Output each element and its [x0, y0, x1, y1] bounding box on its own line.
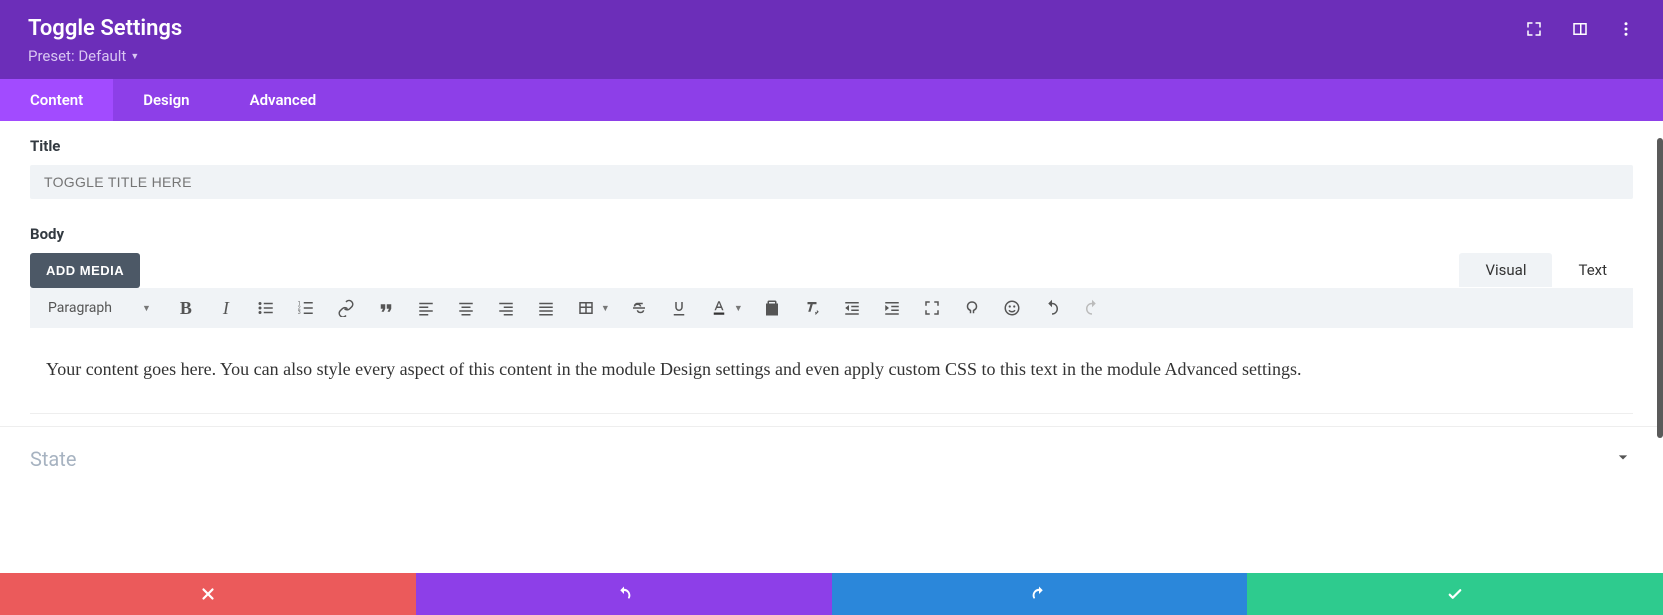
- title-label: Title: [30, 137, 1633, 155]
- tab-advanced[interactable]: Advanced: [220, 79, 347, 121]
- form-area: Title Body ADD MEDIA Visual Text Paragra…: [0, 121, 1663, 426]
- add-media-button[interactable]: ADD MEDIA: [30, 253, 140, 288]
- close-icon: [199, 585, 217, 603]
- header-left: Toggle Settings Preset: Default ▼: [28, 16, 182, 65]
- text-color-dropdown[interactable]: ▼: [708, 297, 743, 319]
- align-left-icon[interactable]: [415, 297, 437, 319]
- align-center-icon[interactable]: [455, 297, 477, 319]
- main-tabs: Content Design Advanced: [0, 79, 1663, 121]
- undo-icon: [615, 585, 633, 603]
- numbered-list-icon[interactable]: 123: [295, 297, 317, 319]
- blockquote-icon[interactable]: [375, 297, 397, 319]
- italic-icon[interactable]: I: [215, 297, 237, 319]
- save-button[interactable]: [1247, 573, 1663, 615]
- section-state[interactable]: State: [0, 426, 1663, 481]
- scrollbar[interactable]: [1657, 138, 1663, 438]
- editor-toolbar: Paragraph ▼ B I 123 ▼ ▼: [30, 288, 1633, 328]
- redo-icon: [1030, 585, 1048, 603]
- link-icon[interactable]: [335, 297, 357, 319]
- editor-tab-visual[interactable]: Visual: [1459, 253, 1552, 287]
- more-vertical-icon[interactable]: [1617, 20, 1635, 38]
- section-state-label: State: [30, 447, 76, 471]
- strikethrough-icon[interactable]: [628, 297, 650, 319]
- caret-down-icon: ▼: [734, 303, 743, 314]
- header-actions: [1525, 16, 1635, 38]
- caret-down-icon: ▼: [130, 51, 139, 62]
- outdent-icon[interactable]: [841, 297, 863, 319]
- undo-button[interactable]: [416, 573, 832, 615]
- fullscreen-icon[interactable]: [921, 297, 943, 319]
- caret-down-icon: ▼: [601, 303, 610, 314]
- editor-content[interactable]: Your content goes here. You can also sty…: [30, 328, 1633, 414]
- align-justify-icon[interactable]: [535, 297, 557, 319]
- tab-content[interactable]: Content: [0, 79, 113, 121]
- format-dropdown-label: Paragraph: [48, 300, 112, 316]
- editor-tab-text[interactable]: Text: [1552, 253, 1633, 287]
- indent-icon[interactable]: [881, 297, 903, 319]
- underline-icon[interactable]: [668, 297, 690, 319]
- format-dropdown[interactable]: Paragraph ▼: [42, 296, 157, 320]
- resize-icon[interactable]: [1525, 20, 1543, 38]
- modal-footer: [0, 573, 1663, 615]
- special-char-icon[interactable]: [961, 297, 983, 319]
- page-title: Toggle Settings: [28, 16, 182, 41]
- redo-button[interactable]: [832, 573, 1248, 615]
- tab-design[interactable]: Design: [113, 79, 219, 121]
- bullet-list-icon[interactable]: [255, 297, 277, 319]
- undo-icon[interactable]: [1041, 297, 1063, 319]
- body-label: Body: [30, 225, 1633, 243]
- table-dropdown[interactable]: ▼: [575, 297, 610, 319]
- bold-icon[interactable]: B: [175, 297, 197, 319]
- align-right-icon[interactable]: [495, 297, 517, 319]
- body-controls: ADD MEDIA Visual Text: [30, 253, 1633, 288]
- clear-formatting-icon[interactable]: [801, 297, 823, 319]
- table-icon: [575, 297, 597, 319]
- preset-label: Preset: Default: [28, 47, 126, 65]
- caret-down-icon: ▼: [142, 303, 151, 314]
- cancel-button[interactable]: [0, 573, 416, 615]
- panel-icon[interactable]: [1571, 20, 1589, 38]
- title-input[interactable]: [30, 165, 1633, 199]
- modal-header: Toggle Settings Preset: Default ▼: [0, 0, 1663, 79]
- check-icon: [1446, 585, 1464, 603]
- redo-icon[interactable]: [1081, 297, 1103, 319]
- preset-dropdown[interactable]: Preset: Default ▼: [28, 47, 182, 65]
- text-color-icon: [708, 297, 730, 319]
- svg-text:3: 3: [298, 310, 301, 316]
- chevron-down-icon: [1613, 447, 1633, 471]
- body-section: Body ADD MEDIA Visual Text Paragraph ▼ B…: [30, 225, 1633, 414]
- paste-icon[interactable]: [761, 297, 783, 319]
- emoji-icon[interactable]: [1001, 297, 1023, 319]
- editor-mode-tabs: Visual Text: [1459, 253, 1633, 287]
